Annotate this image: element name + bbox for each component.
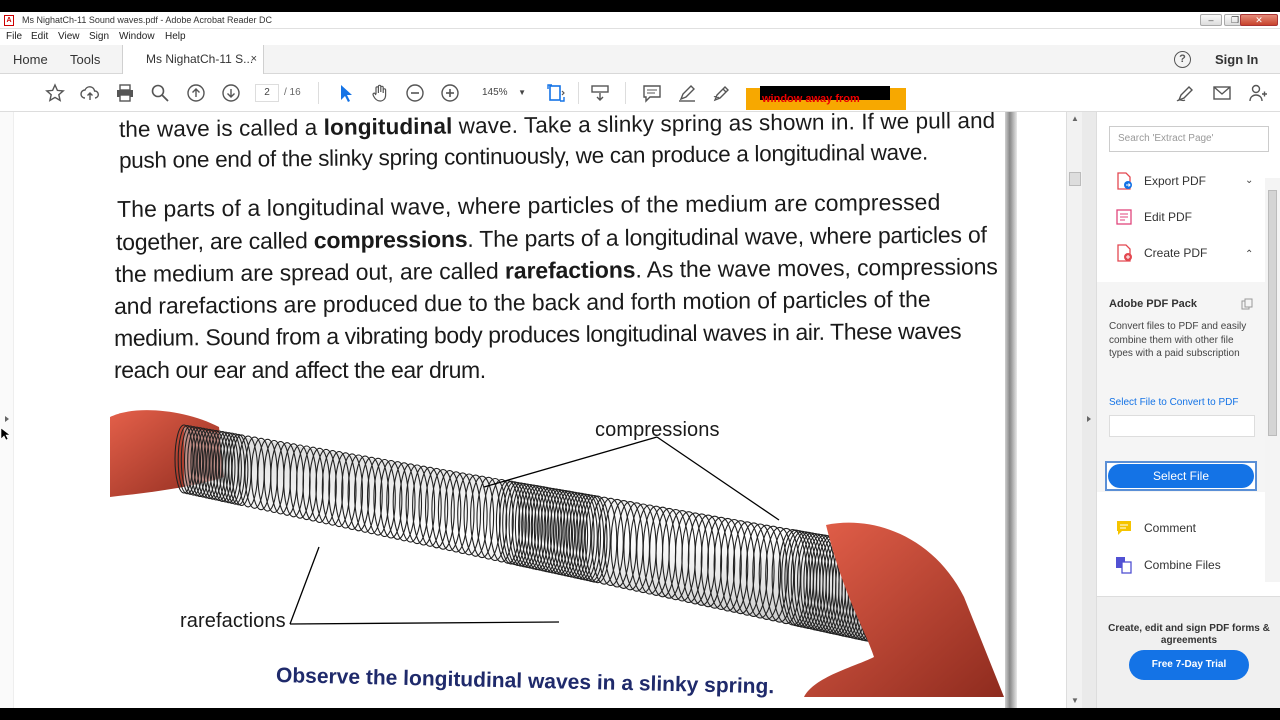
pdf-page: the wave is called a longitudinal wave. … bbox=[14, 112, 1014, 708]
rarefactions-label: rarefactions bbox=[180, 610, 286, 632]
help-icon[interactable]: ? bbox=[1174, 51, 1191, 68]
sign-in-button[interactable]: Sign In bbox=[1215, 45, 1258, 74]
search-tools-input[interactable]: Search 'Extract Page' bbox=[1109, 126, 1269, 152]
menu-window[interactable]: Window bbox=[119, 31, 155, 42]
title-bar: A Ms NighatCh-11 Sound waves.pdf - Adobe… bbox=[0, 12, 1280, 29]
export-pdf-icon bbox=[1117, 172, 1132, 190]
paragraph-2-line-3: the medium are spread out, are called ra… bbox=[114, 253, 998, 287]
tab-home[interactable]: Home bbox=[13, 45, 48, 74]
paragraph-1-line-1: the wave is called a longitudinal wave. … bbox=[118, 112, 996, 142]
email-icon[interactable] bbox=[1212, 83, 1232, 103]
select-file-button[interactable]: Select File bbox=[1108, 464, 1254, 488]
paragraph-2-line-1: The parts of a longitudinal wave, where … bbox=[116, 188, 941, 222]
pdf-pack-heading: Adobe PDF Pack bbox=[1109, 298, 1198, 310]
slinky-spring-figure bbox=[110, 410, 1004, 697]
tools-pane-scrollbar[interactable] bbox=[1265, 178, 1280, 582]
menu-bar: File Edit View Sign Window Help bbox=[0, 29, 1280, 45]
menu-help[interactable]: Help bbox=[165, 31, 186, 42]
mouse-cursor-icon bbox=[0, 427, 10, 441]
paragraph-2-line-5: medium. Sound from a vibrating body prod… bbox=[113, 317, 962, 351]
select-file-button-frame[interactable]: Select File bbox=[1105, 461, 1257, 491]
sign-pen-icon[interactable] bbox=[1176, 83, 1196, 103]
page-fit-icon[interactable] bbox=[546, 83, 566, 103]
zoom-level-value: 145% bbox=[482, 87, 508, 98]
promo-text: Create, edit and sign PDF forms & agreem… bbox=[1108, 623, 1270, 646]
compressions-label: compressions bbox=[595, 419, 720, 441]
collapse-right-pane-icon[interactable] bbox=[1085, 415, 1093, 423]
acrobat-icon: A bbox=[4, 15, 14, 26]
scroll-down-icon[interactable]: ▼ bbox=[1071, 696, 1079, 705]
pane-splitter[interactable] bbox=[1082, 112, 1096, 708]
select-file-link[interactable]: Select File to Convert to PDF bbox=[1109, 397, 1239, 408]
highlight-pen-icon[interactable] bbox=[677, 83, 697, 103]
chevron-down-icon: ▼ bbox=[518, 88, 526, 97]
previous-page-icon[interactable] bbox=[186, 83, 206, 103]
toolbar-divider bbox=[318, 82, 319, 104]
file-drop-field[interactable] bbox=[1109, 415, 1255, 437]
edit-pdf-icon bbox=[1116, 209, 1132, 225]
window-title: Ms NighatCh-11 Sound waves.pdf - Adobe A… bbox=[22, 15, 272, 25]
toolbar-divider bbox=[625, 82, 626, 104]
minimize-button[interactable]: – bbox=[1200, 14, 1222, 26]
search-icon[interactable] bbox=[150, 83, 170, 103]
chevron-down-icon[interactable]: ⌄ bbox=[1245, 170, 1253, 192]
paragraph-2-line-6: reach our ear and affect the ear drum. bbox=[114, 357, 486, 383]
trial-promo: Create, edit and sign PDF forms & agreem… bbox=[1097, 596, 1280, 708]
scroll-mode-icon[interactable] bbox=[590, 83, 610, 103]
overlay-text: window away from bbox=[762, 93, 860, 105]
scroll-up-icon[interactable]: ▲ bbox=[1071, 114, 1079, 123]
document-scrollbar[interactable]: ▲ ▼ bbox=[1066, 112, 1082, 708]
menu-edit[interactable]: Edit bbox=[31, 31, 48, 42]
overlay-banner: window away from bbox=[746, 86, 906, 110]
free-trial-button[interactable]: Free 7-Day Trial bbox=[1129, 650, 1249, 680]
close-window-button[interactable]: ✕ bbox=[1240, 14, 1278, 26]
chevron-up-icon[interactable]: ⌃ bbox=[1245, 244, 1253, 266]
tab-document[interactable]: Ms NighatCh-11 S... × bbox=[122, 45, 264, 75]
page-total: / 16 bbox=[284, 87, 301, 98]
select-cursor-icon[interactable] bbox=[335, 83, 355, 103]
zoom-out-icon[interactable] bbox=[405, 83, 425, 103]
paragraph-2-line-2: together, are called compressions. The p… bbox=[115, 221, 987, 255]
comment-icon bbox=[1117, 521, 1131, 535]
hand-tool-icon[interactable] bbox=[370, 83, 390, 103]
zoom-level-select[interactable]: 145% ▼ bbox=[478, 84, 530, 102]
draw-sign-icon[interactable] bbox=[712, 83, 732, 103]
pointer-line bbox=[656, 436, 780, 521]
share-user-icon[interactable] bbox=[1248, 83, 1268, 103]
next-page-icon[interactable] bbox=[221, 83, 241, 103]
expand-left-panel-icon[interactable] bbox=[3, 415, 11, 423]
left-nav-strip bbox=[0, 112, 14, 708]
copy-icon[interactable] bbox=[1241, 298, 1253, 310]
menu-sign[interactable]: Sign bbox=[89, 31, 109, 42]
tab-tools[interactable]: Tools bbox=[70, 45, 100, 74]
tab-row: Home Tools Ms NighatCh-11 S... × ? Sign … bbox=[0, 45, 1280, 75]
zoom-in-icon[interactable] bbox=[440, 83, 460, 103]
toolbar: 2 / 16 145% ▼ window away from bbox=[0, 74, 1280, 112]
tools-pane: Search 'Extract Page' Export PDF ⌄ Edit … bbox=[1096, 112, 1280, 708]
upload-cloud-icon[interactable] bbox=[80, 83, 100, 103]
scrollbar-thumb[interactable] bbox=[1268, 190, 1277, 436]
document-view[interactable]: the wave is called a longitudinal wave. … bbox=[0, 112, 1066, 708]
page-number-input[interactable]: 2 bbox=[255, 84, 279, 102]
create-pdf-icon bbox=[1117, 244, 1132, 262]
combine-files-icon bbox=[1116, 557, 1132, 574]
close-tab-icon[interactable]: × bbox=[251, 45, 257, 74]
pdf-pack-description: Convert files to PDF and easily combine … bbox=[1109, 321, 1247, 359]
bookmark-star-icon[interactable] bbox=[45, 83, 65, 103]
acrobat-window: A Ms NighatCh-11 Sound waves.pdf - Adobe… bbox=[0, 12, 1280, 708]
menu-view[interactable]: View bbox=[58, 31, 80, 42]
print-icon[interactable] bbox=[115, 83, 135, 103]
paragraph-2-line-4: and rarefactions are produced due to the… bbox=[113, 285, 931, 319]
comment-icon[interactable] bbox=[642, 83, 662, 103]
menu-file[interactable]: File bbox=[6, 31, 22, 42]
scrollbar-thumb[interactable] bbox=[1069, 172, 1081, 186]
page-edge-shadow bbox=[1005, 112, 1017, 708]
toolbar-divider bbox=[578, 82, 579, 104]
paragraph-1-line-2: push one end of the slinky spring contin… bbox=[118, 139, 929, 173]
document-tab-label: Ms NighatCh-11 S... bbox=[146, 52, 254, 66]
pointer-line bbox=[483, 436, 658, 488]
